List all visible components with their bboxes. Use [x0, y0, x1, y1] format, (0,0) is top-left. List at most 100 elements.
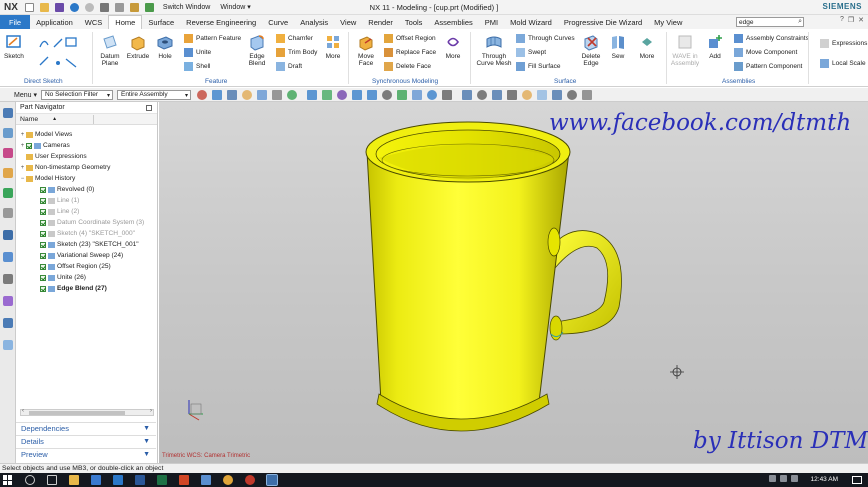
new-file-icon[interactable]	[24, 2, 34, 12]
assembly-navigator-icon[interactable]	[3, 128, 13, 138]
cut-icon[interactable]	[99, 2, 109, 12]
view-orient-icon[interactable]	[551, 89, 562, 100]
search-icon[interactable]: ⌕	[798, 18, 802, 26]
tree-node[interactable]: Variational Sweep (24)	[16, 250, 156, 261]
tree-node[interactable]: Line (1)	[16, 195, 156, 206]
control-point-icon[interactable]	[336, 89, 347, 100]
point-snap-icon[interactable]	[211, 89, 222, 100]
tree-node[interactable]: Datum Coordinate System (3)	[16, 217, 156, 228]
sketch-curve-tools-icon[interactable]	[38, 35, 86, 73]
type-filter-select[interactable]: No Selection Filter ▾	[40, 89, 113, 100]
scroll-right-icon[interactable]: ›	[150, 408, 152, 414]
body-icon[interactable]	[256, 89, 267, 100]
visibility-checkbox[interactable]	[26, 142, 32, 149]
expand-toggle-icon[interactable]: +	[19, 132, 26, 138]
store-icon[interactable]	[91, 475, 101, 485]
repeat-icon[interactable]	[144, 2, 154, 12]
switch-window-button[interactable]: Switch Window	[163, 4, 210, 11]
sync-more-button[interactable]: More	[442, 33, 464, 60]
display-icon[interactable]	[581, 89, 592, 100]
system-clock[interactable]: 12:43 AM	[811, 476, 838, 483]
nx-app-icon[interactable]	[266, 474, 278, 486]
assembly-constraints-button[interactable]: Assembly Constraints	[734, 34, 809, 43]
move-face-button[interactable]: Move Face	[354, 33, 378, 67]
visibility-checkbox[interactable]	[40, 186, 46, 193]
web-browser-icon[interactable]	[3, 208, 13, 218]
tab-analysis[interactable]: Analysis	[294, 15, 334, 29]
undo-icon[interactable]	[69, 2, 79, 12]
paste-icon[interactable]	[129, 2, 139, 12]
tree-node[interactable]: Line (2)	[16, 206, 156, 217]
fill-surface-button[interactable]: Fill Surface	[516, 62, 561, 71]
local-scale-button[interactable]: Local Scale	[820, 59, 866, 68]
history-icon[interactable]	[3, 230, 13, 240]
midpoint-icon[interactable]	[321, 89, 332, 100]
delete-face-button[interactable]: Delete Face	[384, 62, 431, 71]
face-rule-icon[interactable]	[241, 89, 252, 100]
tree-node[interactable]: User Expressions	[16, 151, 156, 162]
close-icon[interactable]: ✕	[858, 16, 864, 24]
point-on-curve-icon[interactable]	[411, 89, 422, 100]
surface-more-button[interactable]: More	[636, 33, 658, 60]
window-menu[interactable]: Window ▾	[220, 3, 250, 11]
offset-region-button[interactable]: Offset Region	[384, 34, 436, 43]
point-on-face-icon[interactable]	[426, 89, 437, 100]
pattern-component-button[interactable]: Pattern Component	[734, 62, 802, 71]
expand-toggle-icon[interactable]: −	[19, 176, 26, 182]
cup-model[interactable]	[159, 102, 868, 463]
arc-center-icon[interactable]	[366, 89, 377, 100]
tab-render[interactable]: Render	[362, 15, 399, 29]
fit-view-icon[interactable]	[461, 89, 472, 100]
swept-button[interactable]: Swept	[516, 48, 546, 57]
draft-button[interactable]: Draft	[276, 62, 302, 71]
roles-icon[interactable]	[3, 296, 13, 306]
excel-icon[interactable]	[157, 475, 167, 485]
cam-icon[interactable]	[3, 340, 13, 350]
unite-button[interactable]: Unite	[184, 48, 211, 57]
column-header-name[interactable]: Name ▲	[16, 114, 157, 125]
expand-toggle-icon[interactable]: +	[19, 165, 26, 171]
edge-browser-icon[interactable]	[113, 475, 123, 485]
intersection-icon[interactable]	[351, 89, 362, 100]
tab-file[interactable]: File	[0, 15, 31, 29]
tree-node[interactable]: + Cameras	[16, 140, 156, 151]
copy-icon[interactable]	[114, 2, 124, 12]
tab-pmi[interactable]: PMI	[479, 15, 504, 29]
sketch-button[interactable]: Sketch	[4, 33, 24, 60]
word-icon[interactable]	[135, 475, 145, 485]
visibility-checkbox[interactable]	[40, 252, 46, 259]
select-features-icon[interactable]	[196, 89, 207, 100]
pattern-feature-button[interactable]: Pattern Feature	[184, 34, 241, 43]
chamfer-button[interactable]: Chamfer	[276, 34, 313, 43]
file-explorer-icon[interactable]	[69, 475, 79, 485]
rotate-icon[interactable]	[491, 89, 502, 100]
restore-icon[interactable]: ❐	[848, 16, 854, 24]
tree-node[interactable]: + Non-timestamp Geometry	[16, 162, 156, 173]
tab-reverse-engineering[interactable]: Reverse Engineering	[180, 15, 262, 29]
visibility-checkbox[interactable]	[40, 263, 46, 270]
extrude-button[interactable]: Extrude	[126, 33, 150, 60]
add-component-button[interactable]: Add	[704, 33, 726, 60]
scrollbar-thumb[interactable]	[29, 411, 125, 415]
volume-icon[interactable]	[791, 475, 798, 482]
zoom-icon[interactable]	[476, 89, 487, 100]
tree-node[interactable]: − Model History	[16, 173, 156, 184]
tab-curve[interactable]: Curve	[262, 15, 294, 29]
through-curve-mesh-button[interactable]: Through Curve Mesh	[476, 33, 512, 67]
visibility-checkbox[interactable]	[40, 208, 46, 215]
delete-edge-button[interactable]: Delete Edge	[578, 33, 604, 67]
chrome-icon[interactable]	[223, 475, 233, 485]
menu-button[interactable]: Menu ▾	[0, 91, 41, 99]
tree-node[interactable]: + Model Views	[16, 129, 156, 140]
tree-node[interactable]: Unite (26)	[16, 272, 156, 283]
selection-scope-select[interactable]: Entire Assembly ▾	[116, 89, 191, 100]
panel-details[interactable]: Details ▼	[16, 435, 156, 447]
expand-toggle-icon[interactable]: +	[19, 143, 26, 149]
wave-in-assembly-button[interactable]: WAVE in Assembly	[670, 33, 700, 67]
tree-node[interactable]: Offset Region (25)	[16, 261, 156, 272]
tree-node[interactable]: Sketch (4) "SKETCH_000"	[16, 228, 156, 239]
layer-icon[interactable]	[566, 89, 577, 100]
edge-blend-button[interactable]: Edge Blend	[245, 33, 269, 67]
tray-arrow-icon[interactable]	[769, 475, 776, 482]
datum-plane-button[interactable]: Datum Plane	[96, 33, 124, 67]
